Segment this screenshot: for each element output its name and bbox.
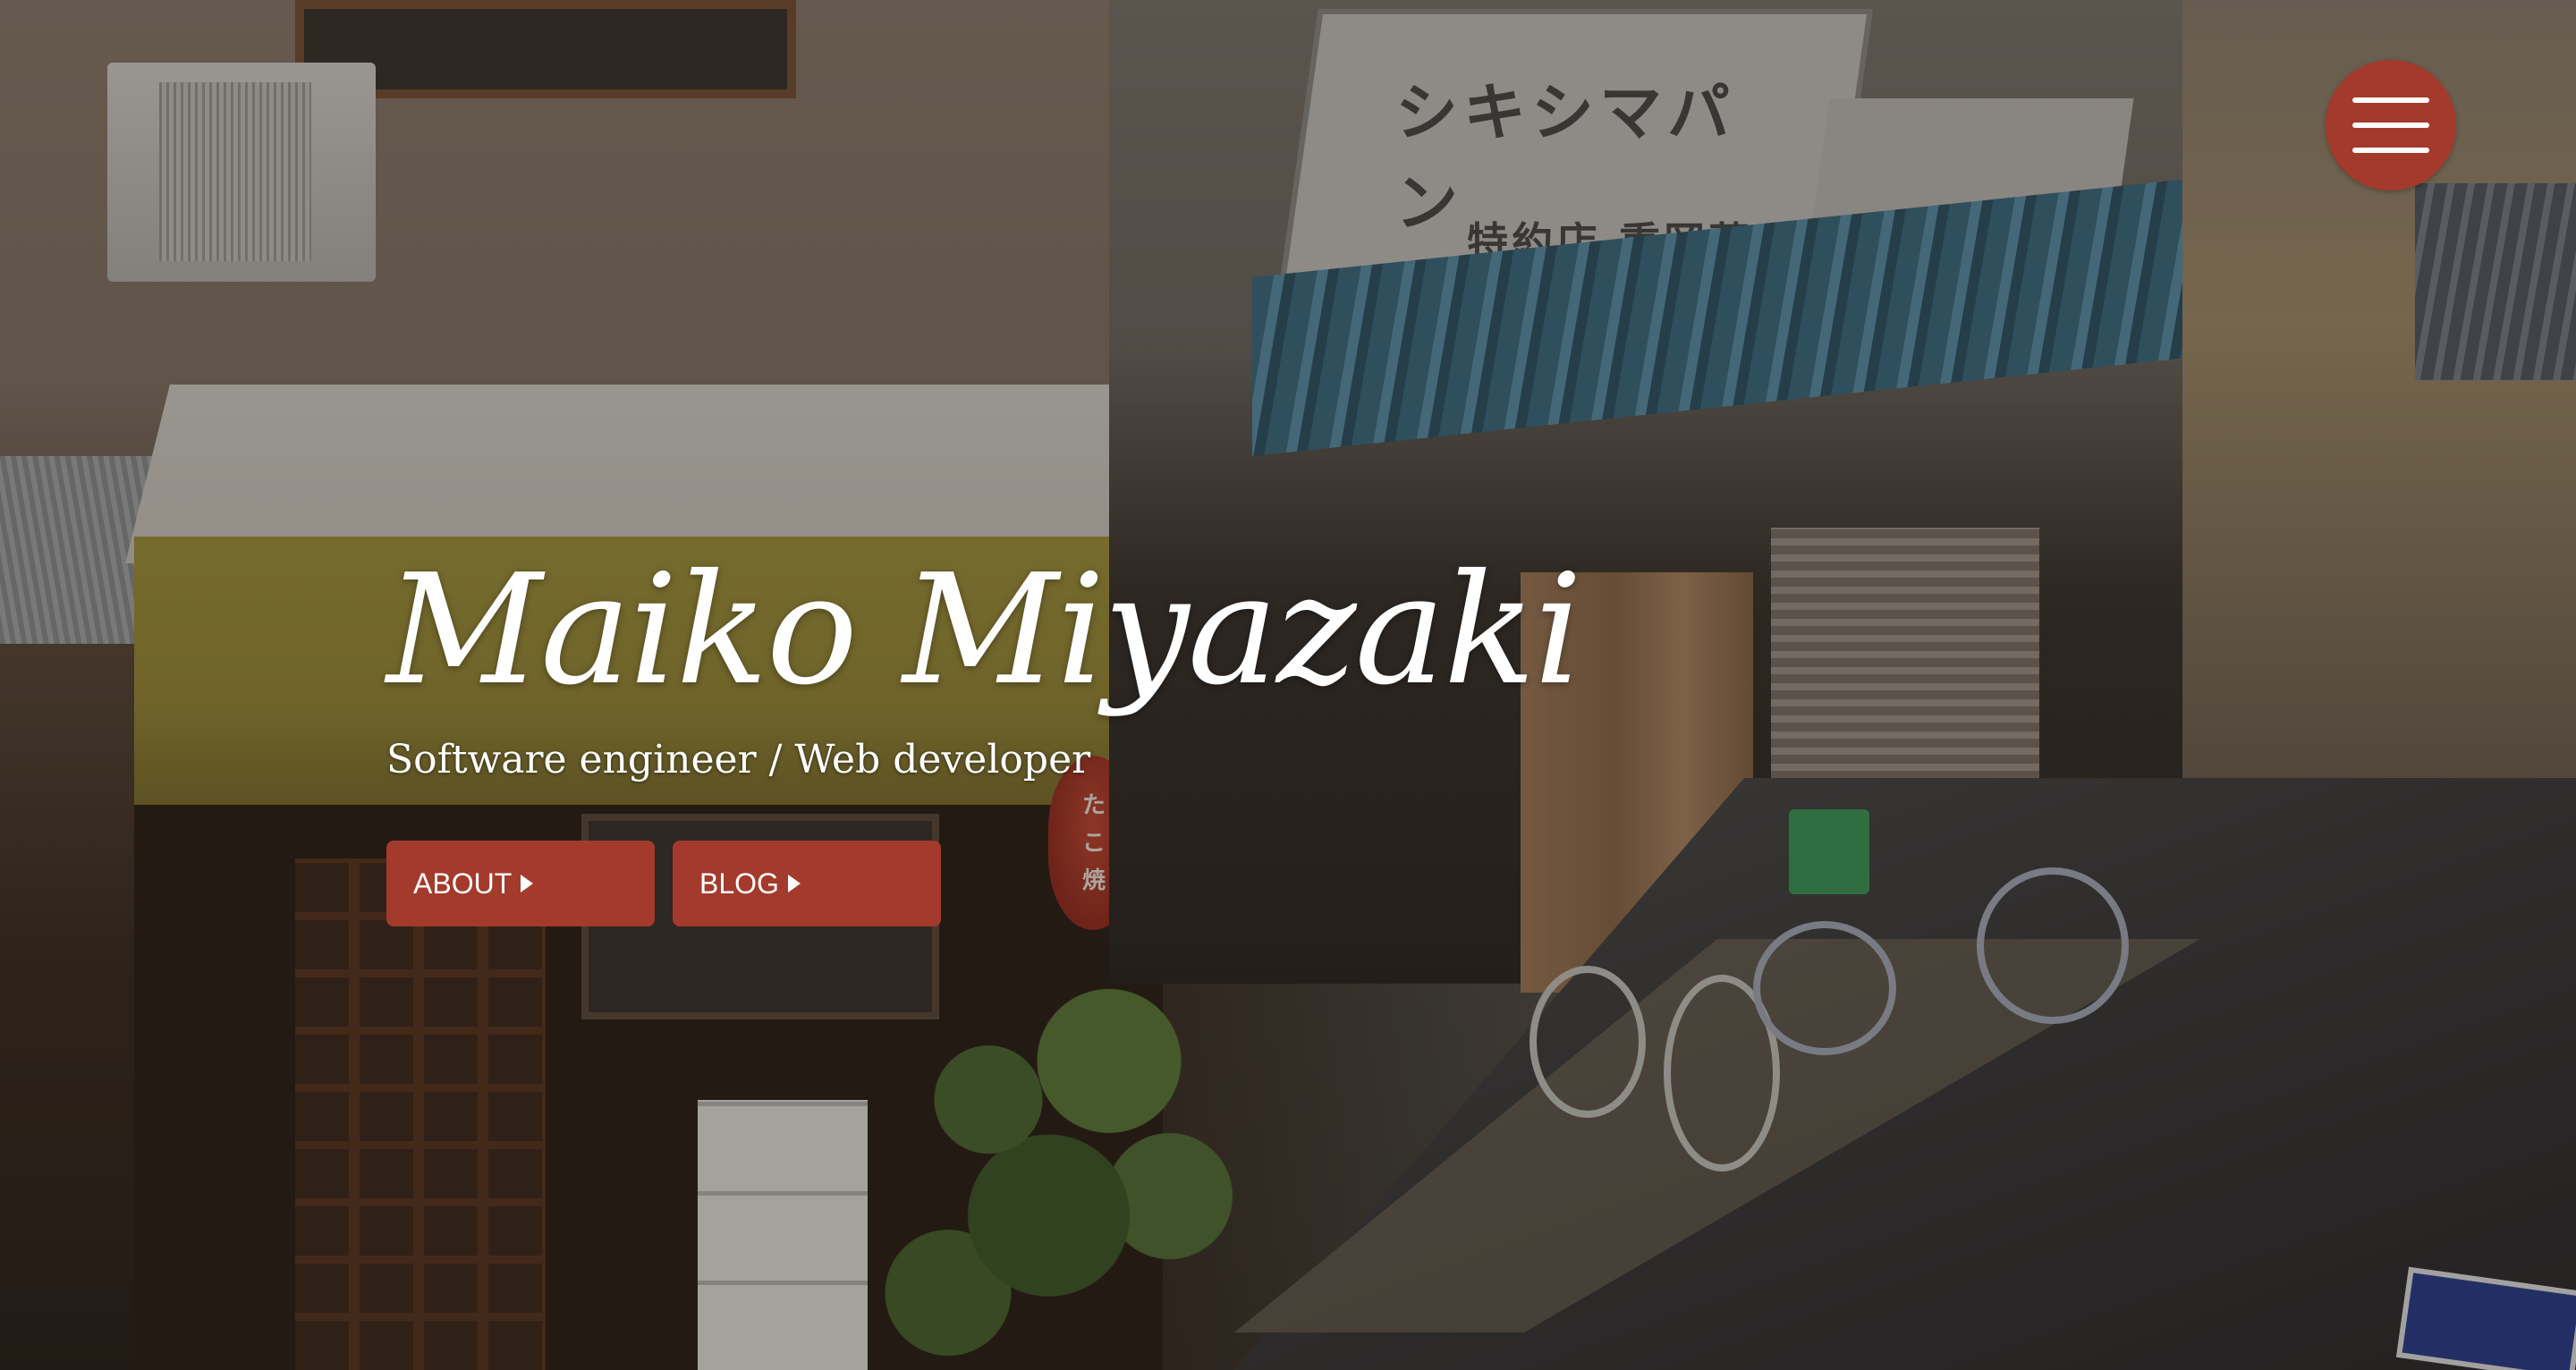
hero-actions: ABOUT BLOG: [386, 841, 1639, 926]
play-arrow-icon: [787, 875, 801, 892]
hero-subtitle: Software engineer / Web developer: [386, 737, 1091, 782]
play-arrow-icon: [521, 875, 534, 892]
hamburger-menu-icon: [2352, 92, 2429, 158]
hero-name: Maiko Miyazaki: [386, 542, 1582, 719]
hero-content: Maiko Miyazaki Software engineer / Web d…: [386, 528, 1639, 926]
about-button[interactable]: ABOUT: [386, 841, 655, 926]
about-button-label: ABOUT: [413, 867, 513, 900]
blog-button-label: BLOG: [699, 867, 779, 900]
hero-section: たこ焼 シキシマパン 特約店 重岡菓子店 Maiko Miyazaki Soft…: [0, 0, 2576, 1370]
menu-button[interactable]: [2326, 60, 2456, 190]
blog-button[interactable]: BLOG: [673, 841, 941, 926]
